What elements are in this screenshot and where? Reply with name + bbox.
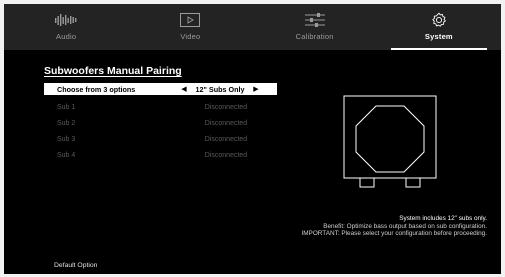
page-title: Subwoofers Manual Pairing (44, 65, 182, 77)
sub-status: Disconnected (204, 119, 248, 127)
info-line: System includes 12" subs only. (399, 215, 487, 222)
info-line: IMPORTANT: Please select your configurat… (301, 230, 487, 238)
video-play-icon (180, 12, 201, 28)
sub-name: Sub 3 (57, 135, 76, 143)
tab-system-label: System (424, 32, 453, 41)
calibration-sliders-icon (304, 12, 325, 28)
list-item: Sub 3 Disconnected (44, 131, 277, 147)
selector-value: 12" Subs Only (195, 84, 245, 94)
left-arrow-icon[interactable]: ◀ (177, 85, 191, 93)
tab-audio-label: Audio (56, 32, 77, 41)
right-arrow-icon[interactable]: ▶ (249, 85, 263, 93)
sub-name: Sub 4 (57, 151, 76, 159)
sub-name: Sub 1 (57, 103, 76, 111)
app-screen: Audio Video Calibration System Subwoofer… (4, 4, 501, 274)
subwoofer-list: Sub 1 Disconnected Sub 2 Disconnected Su… (44, 99, 277, 163)
selector-label: Choose from 3 options (57, 84, 136, 94)
tab-video[interactable]: Video (128, 4, 252, 50)
default-option-button[interactable]: Default Option (54, 262, 97, 269)
configuration-selector[interactable]: Choose from 3 options ◀ 12" Subs Only ▶ (44, 83, 277, 95)
configuration-info: System includes 12" subs only. Benefit: … (247, 215, 487, 238)
sub-name: Sub 2 (57, 119, 76, 127)
tab-calibration[interactable]: Calibration (253, 4, 377, 50)
sub-status: Disconnected (204, 135, 248, 143)
audio-equalizer-icon (55, 12, 77, 28)
sub-status: Disconnected (204, 103, 248, 111)
gear-icon (431, 12, 447, 28)
list-item: Sub 2 Disconnected (44, 115, 277, 131)
tab-audio[interactable]: Audio (4, 4, 128, 50)
subwoofer-illustration-icon (342, 94, 438, 190)
info-line: Benefit: Optimize bass output based on s… (323, 222, 487, 230)
list-item: Sub 1 Disconnected (44, 99, 277, 115)
list-item: Sub 4 Disconnected (44, 147, 277, 163)
sub-status: Disconnected (204, 151, 248, 159)
tab-calibration-label: Calibration (295, 32, 334, 41)
tab-video-label: Video (180, 32, 201, 41)
top-navigation: Audio Video Calibration System (4, 4, 501, 50)
tab-system[interactable]: System (377, 4, 501, 50)
